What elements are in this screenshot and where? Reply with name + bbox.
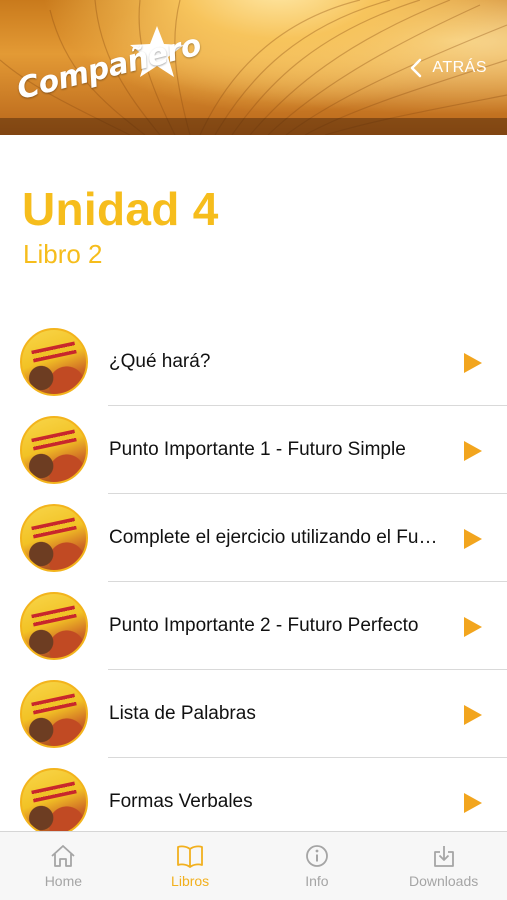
list-item-label: Formas Verbales [109,791,253,812]
tab-home[interactable]: Home [0,832,127,900]
back-label: ATRÁS [432,59,487,76]
tab-libros[interactable]: Libros [127,832,254,900]
list-item[interactable]: ¿Qué hará? [0,318,507,406]
download-icon [433,846,454,867]
list-item-label: Lista de Palabras [109,703,256,724]
play-icon [464,617,482,637]
list-item[interactable]: Punto Importante 2 - Futuro Perfecto [0,582,507,670]
list-item[interactable]: Lista de Palabras [0,670,507,758]
play-icon [464,705,482,725]
list-item[interactable]: Punto Importante 1 - Futuro Simple [0,406,507,494]
lesson-thumbnail [20,592,88,660]
lesson-list: ¿Qué hará? Punto Importante 1 - Futuro S… [0,318,507,846]
home-icon [51,845,75,867]
header-banner: Compañero ATRÁS [0,0,507,135]
list-item[interactable]: Complete el ejercicio utilizando el Futu… [0,494,507,582]
play-icon [464,793,482,813]
list-item-label: Complete el ejercicio utilizando el Futu… [109,527,439,548]
page-title: Unidad 4 [22,183,219,235]
tab-info[interactable]: Info [254,832,381,900]
lesson-thumbnail [20,504,88,572]
list-item-label: ¿Qué hará? [109,351,211,372]
list-item-label: Punto Importante 2 - Futuro Perfecto [109,615,419,636]
play-icon [464,529,482,549]
tab-info-label: Info [305,873,329,889]
chevron-left-icon [411,58,422,78]
play-icon [464,353,482,373]
lesson-thumbnail [20,680,88,748]
lesson-thumbnail [20,328,88,396]
tab-downloads[interactable]: Downloads [380,832,507,900]
lesson-thumbnail [20,768,88,836]
tab-bar: Home Libros Info Downloads [0,831,507,900]
info-icon [305,845,328,867]
book-icon [177,845,204,868]
play-icon [464,441,482,461]
list-item-label: Punto Importante 1 - Futuro Simple [109,439,406,460]
tab-home-label: Home [44,873,83,889]
tab-downloads-label: Downloads [408,873,479,889]
lesson-thumbnail [20,416,88,484]
tab-libros-label: Libros [171,873,210,889]
page-subtitle: Libro 2 [23,239,103,269]
back-button[interactable]: ATRÁS [410,58,487,78]
